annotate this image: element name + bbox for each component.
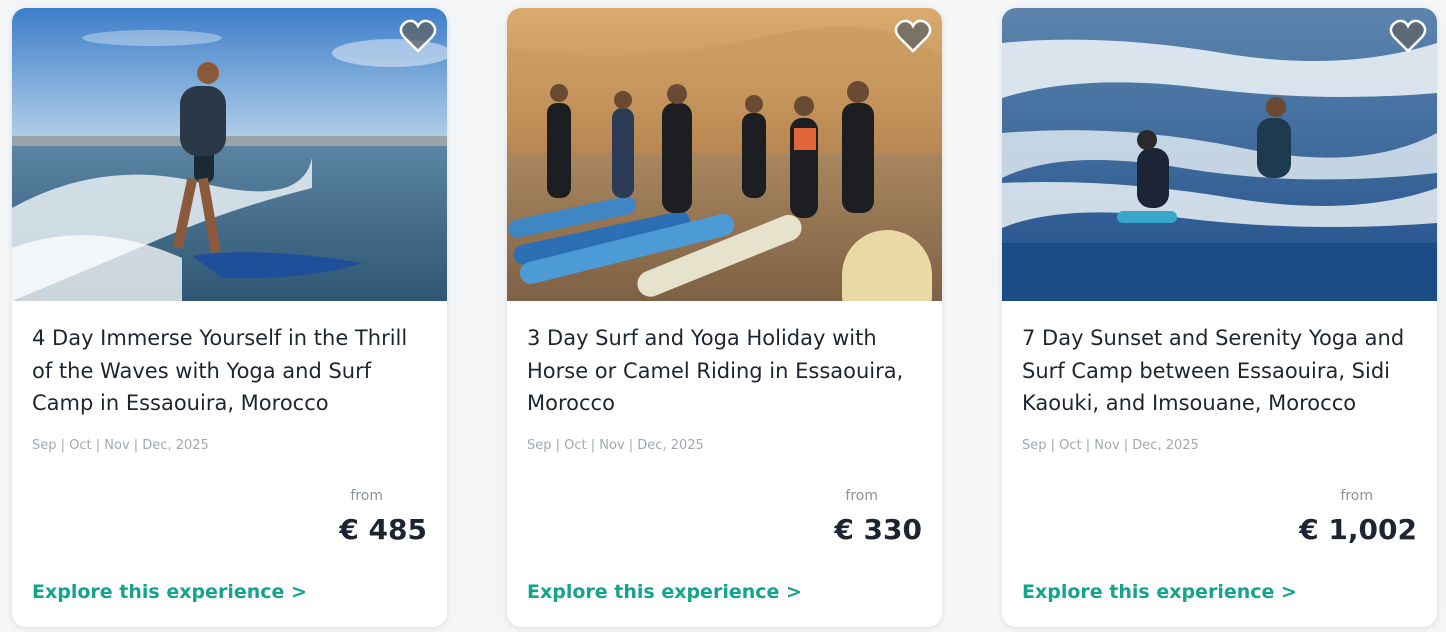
- available-months: Sep | Oct | Nov | Dec, 2025: [1022, 438, 1199, 453]
- heart-icon: [1389, 19, 1427, 53]
- available-months: Sep | Oct | Nov | Dec, 2025: [32, 438, 209, 453]
- heart-icon: [894, 19, 932, 53]
- price-value: € 485: [339, 513, 427, 546]
- experience-card[interactable]: 3 Day Surf and Yoga Holiday with Horse o…: [507, 8, 942, 627]
- price-from-label: from: [1340, 488, 1373, 504]
- card-title[interactable]: 3 Day Surf and Yoga Holiday with Horse o…: [527, 322, 926, 420]
- experience-card[interactable]: 7 Day Sunset and Serenity Yoga and Surf …: [1002, 8, 1437, 627]
- available-months: Sep | Oct | Nov | Dec, 2025: [527, 438, 704, 453]
- card-photo[interactable]: [507, 8, 942, 301]
- price-value: € 1,002: [1299, 513, 1417, 546]
- explore-experience-link[interactable]: Explore this experience >: [1022, 581, 1297, 603]
- card-photo[interactable]: [12, 8, 447, 301]
- heart-icon: [399, 19, 437, 53]
- price-from-label: from: [350, 488, 383, 504]
- card-photo[interactable]: [1002, 8, 1437, 301]
- favorite-button[interactable]: [1389, 18, 1427, 54]
- card-title[interactable]: 4 Day Immerse Yourself in the Thrill of …: [32, 322, 431, 420]
- surf-group-beach-photo: [507, 8, 942, 301]
- explore-experience-link[interactable]: Explore this experience >: [32, 581, 307, 603]
- favorite-button[interactable]: [894, 18, 932, 54]
- surfer-ocean-photo: [12, 8, 447, 301]
- surfers-in-waves-photo: [1002, 8, 1437, 301]
- price-value: € 330: [834, 513, 922, 546]
- explore-experience-link[interactable]: Explore this experience >: [527, 581, 802, 603]
- experience-card[interactable]: 4 Day Immerse Yourself in the Thrill of …: [12, 8, 447, 627]
- favorite-button[interactable]: [399, 18, 437, 54]
- price-from-label: from: [845, 488, 878, 504]
- card-title[interactable]: 7 Day Sunset and Serenity Yoga and Surf …: [1022, 322, 1421, 420]
